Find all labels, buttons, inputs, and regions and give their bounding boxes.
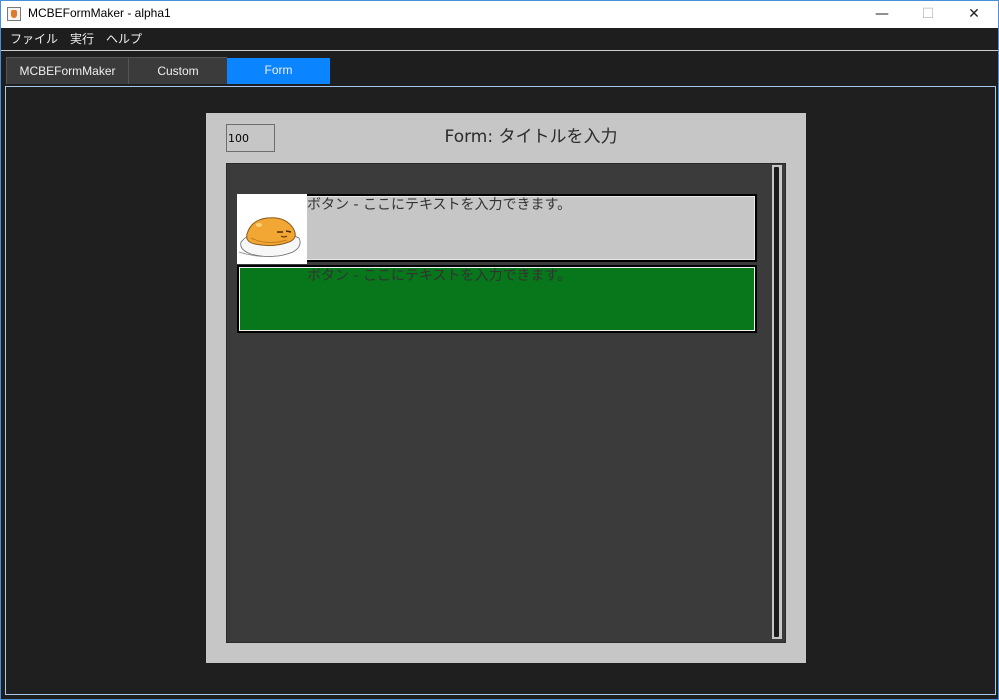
form-button-2-text: ボタン - ここにテキストを入力できます。	[307, 268, 572, 284]
tab-form[interactable]: Form	[227, 58, 330, 84]
tab-custom[interactable]: Custom	[129, 57, 227, 84]
maximize-button[interactable]: ☐	[905, 1, 951, 28]
tab-mcbeformmaker[interactable]: MCBEFormMaker	[6, 57, 129, 84]
form-button-2[interactable]: ボタン - ここにテキストを入力できます。	[237, 265, 757, 333]
form-button-1[interactable]: ボタン - ここにテキストを入力できます。	[237, 194, 757, 264]
size-input[interactable]	[226, 124, 275, 152]
form-preview: Form: タイトルを入力 ボタン - ここにテキス	[206, 113, 806, 663]
menu-bar: ファイル 実行 ヘルプ	[1, 28, 998, 51]
title-bar[interactable]: MCBEFormMaker - alpha1 — ☐ ✕	[1, 1, 998, 28]
java-app-icon	[7, 7, 21, 21]
menu-run[interactable]: 実行	[64, 28, 100, 50]
form-title[interactable]: Form: タイトルを入力	[281, 125, 781, 149]
scrollbar-thumb[interactable]	[774, 167, 779, 637]
app-window: MCBEFormMaker - alpha1 — ☐ ✕ ファイル 実行 ヘルプ M…	[0, 0, 999, 700]
form-button-list: ボタン - ここにテキストを入力できます。 ボタン - ここにテキストを入力でき…	[226, 163, 786, 643]
form-button-1-text: ボタン - ここにテキストを入力できます。	[307, 197, 572, 213]
menu-file[interactable]: ファイル	[1, 28, 64, 50]
close-button[interactable]: ✕	[951, 1, 997, 28]
vertical-scrollbar[interactable]	[772, 165, 782, 639]
window-title: MCBEFormMaker - alpha1	[28, 6, 171, 20]
minimize-button[interactable]: —	[859, 1, 905, 28]
sleeping-egg-yolk-character-icon	[237, 194, 307, 264]
menu-help[interactable]: ヘルプ	[100, 28, 148, 50]
tab-bar: MCBEFormMaker Custom Form	[1, 53, 998, 84]
